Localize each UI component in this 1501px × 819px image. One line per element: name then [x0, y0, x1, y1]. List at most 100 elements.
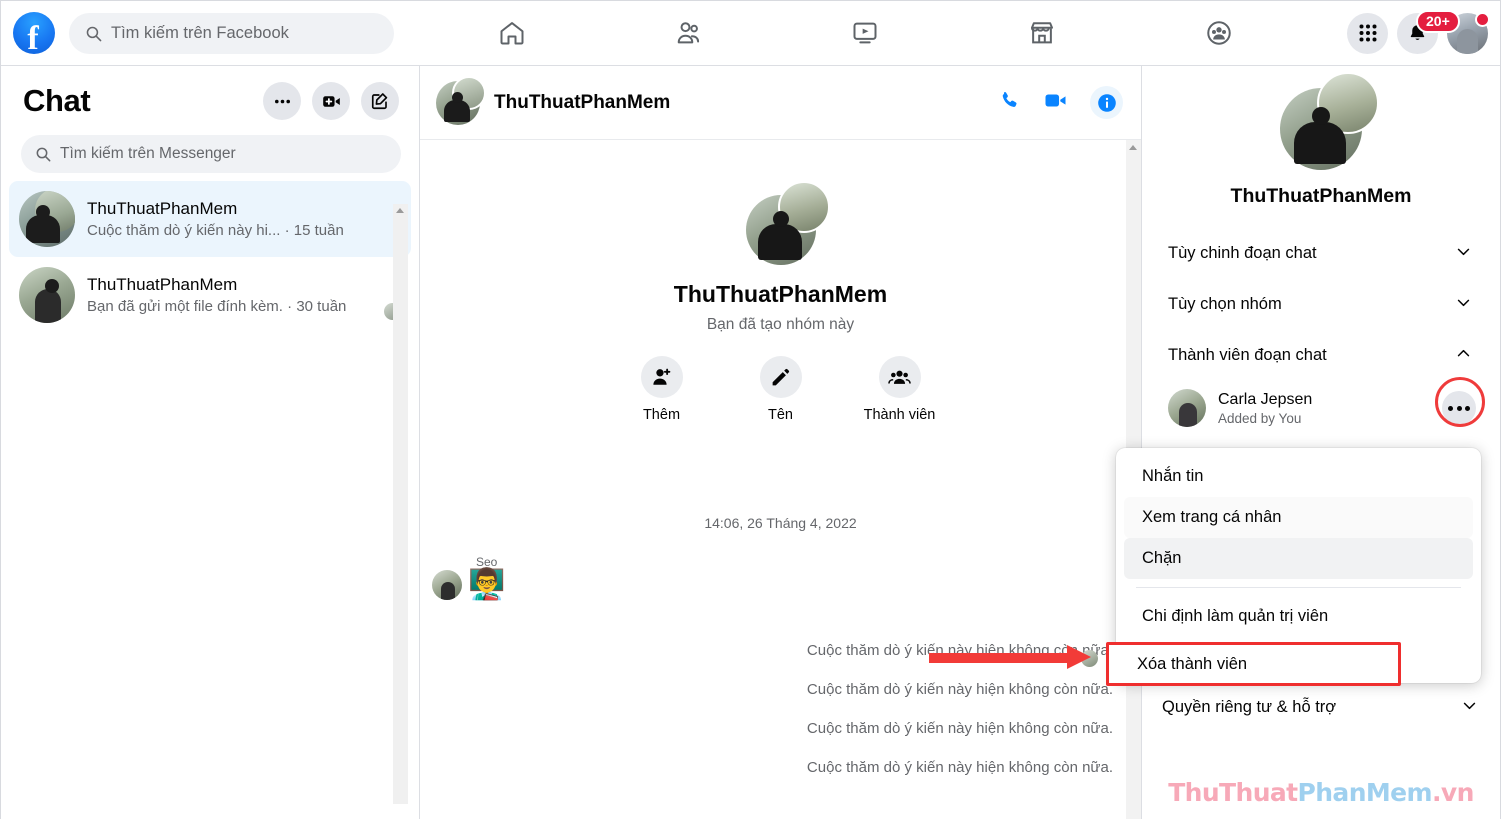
voice-call-button[interactable] — [998, 89, 1021, 117]
info-icon — [1097, 93, 1116, 112]
member-context-menu: Nhắn tin Xem trang cá nhân Chặn Chi định… — [1106, 448, 1481, 686]
members-icon-wrap — [878, 356, 921, 398]
conversation-preview-text: Cuộc thăm dò ý kiến này hi... — [87, 222, 281, 239]
notifications-button[interactable]: 20+ — [1397, 9, 1460, 54]
new-video-room-button[interactable] — [312, 82, 350, 120]
watermark-part-1: ThuThuat — [1168, 778, 1298, 807]
thread-header: ThuThuatPhanMem — [420, 66, 1141, 140]
conversation-info-button[interactable] — [1090, 86, 1123, 119]
conversation-preview: Bạn đã gửi một file đính kèm. · 30 tuần — [87, 298, 372, 315]
section-label: Thành viên đoạn chat — [1168, 346, 1327, 364]
chat-sidebar-header: Chat — [1, 66, 419, 120]
conversation-list: ThuThuatPhanMem Cuộc thăm dò ý kiến này … — [1, 181, 419, 333]
section-customize-chat[interactable]: Tùy chinh đoạn chat — [1148, 228, 1494, 279]
message-sticker[interactable]: Seo 👨‍🏫 — [468, 555, 505, 600]
search-icon — [86, 26, 102, 41]
chat-sidebar: Chat Tìm kiếm trên Messenger ThuThuatPha… — [1, 66, 420, 819]
menu-separator — [1136, 587, 1461, 588]
section-group-options[interactable]: Tùy chọn nhóm — [1148, 279, 1494, 330]
poll-message: Cuộc thăm dò ý kiến này hiện không còn n… — [806, 759, 1113, 776]
nav-home[interactable] — [481, 9, 543, 57]
member-avatar — [1168, 389, 1206, 427]
group-action-label: Thêm — [642, 407, 681, 423]
member-list-item[interactable]: Carla Jepsen Added by You — [1148, 377, 1494, 433]
member-subtitle: Added by You — [1218, 410, 1302, 426]
details-group-avatar[interactable] — [1280, 72, 1379, 170]
grid-apps-icon — [1359, 24, 1376, 42]
group-intro-subtitle: Bạn đã tạo nhóm này — [706, 316, 855, 333]
conversation-preview: Cuộc thăm dò ý kiến này hi... · 15 tuần — [87, 222, 401, 239]
facebook-search-placeholder: Tìm kiếm trên Facebook — [111, 23, 289, 42]
group-intro: ThuThuatPhanMem Bạn đã tạo nhóm này Thêm… — [420, 140, 1141, 423]
sidebar-scrollbar[interactable] — [393, 204, 408, 804]
poll-message: Cuộc thăm dò ý kiến này hiện không còn n… — [806, 720, 1113, 737]
nav-watch[interactable] — [834, 9, 896, 57]
members-icon — [888, 370, 911, 384]
member-name: Carla Jepsen — [1218, 390, 1313, 408]
group-intro-name: ThuThuatPhanMem — [673, 281, 888, 307]
add-person-icon-wrap — [640, 356, 683, 398]
storefront-icon — [1031, 22, 1054, 44]
conversation-avatar — [19, 267, 75, 323]
nav-friends[interactable] — [658, 9, 720, 57]
watermark-part-2: PhanMem — [1297, 778, 1433, 807]
watermark-part-3: .vn — [1432, 778, 1474, 807]
message-sender-avatar — [432, 570, 462, 600]
chevron-down-icon — [1461, 697, 1478, 719]
facebook-logo-icon[interactable]: f — [13, 12, 55, 56]
chevron-up-icon — [1455, 345, 1472, 367]
menu-item-block[interactable]: Chặn — [1124, 538, 1473, 579]
group-members-action[interactable]: Thành viên — [863, 356, 937, 423]
conversation-avatar — [19, 191, 75, 247]
conversation-item-2[interactable]: ThuThuatPhanMem Bạn đã gửi một file đính… — [9, 257, 411, 333]
details-group-name: ThuThuatPhanMem — [1230, 185, 1412, 207]
top-right-actions: 20+ — [1347, 9, 1490, 54]
messenger-window: f Tìm kiếm trên Facebook 20+ Chat Tìm ki… — [0, 0, 1501, 819]
poll-message: Cuộc thăm dò ý kiến này hiện không còn n… — [806, 681, 1113, 698]
video-camera-icon — [1045, 93, 1066, 107]
section-privacy-support[interactable]: Quyền riêng tư & hỗ trợ — [1142, 682, 1500, 733]
thread-header-actions — [998, 86, 1123, 119]
facebook-search-input[interactable]: Tìm kiếm trên Facebook — [69, 12, 394, 54]
ellipsis-icon — [1448, 405, 1470, 411]
message-sender-label: Seo — [476, 555, 498, 569]
profile-status-dot — [1475, 11, 1490, 27]
menu-item-remove-member[interactable]: Xóa thành viên — [1106, 642, 1401, 686]
video-plus-icon — [322, 95, 340, 107]
details-header: ThuThuatPhanMem — [1142, 66, 1500, 208]
search-icon — [36, 147, 51, 162]
messenger-search-input[interactable]: Tìm kiếm trên Messenger — [21, 135, 401, 173]
new-message-button[interactable] — [361, 82, 399, 120]
chat-more-options-button[interactable] — [263, 82, 301, 120]
chevron-down-icon — [1455, 243, 1472, 265]
video-call-button[interactable] — [1043, 88, 1068, 118]
conversation-name: ThuThuatPhanMem — [87, 275, 238, 294]
annotation-arrow — [929, 645, 1104, 669]
thread-avatar[interactable] — [436, 75, 486, 125]
thread-title: ThuThuatPhanMem — [494, 91, 671, 113]
section-chat-members[interactable]: Thành viên đoạn chat — [1148, 330, 1494, 381]
conversation-preview-text: Bạn đã gửi một file đính kèm. — [87, 298, 283, 315]
message-row: Seo 👨‍🏫 — [420, 555, 1141, 600]
conversation-separator: · — [287, 298, 293, 315]
chat-sidebar-title: Chat — [23, 83, 91, 118]
apps-menu-button[interactable] — [1347, 12, 1388, 54]
nav-groups[interactable] — [1188, 9, 1250, 57]
notification-badge: 20+ — [1416, 9, 1460, 34]
member-options-button[interactable] — [1442, 391, 1476, 425]
facebook-top-navbar: f Tìm kiếm trên Facebook 20+ — [1, 1, 1500, 66]
groups-icon — [1206, 21, 1231, 45]
menu-item-message[interactable]: Nhắn tin — [1124, 456, 1473, 497]
conversation-item-1[interactable]: ThuThuatPhanMem Cuộc thăm dò ý kiến này … — [9, 181, 411, 257]
compose-icon — [371, 93, 388, 110]
group-action-label: Thành viên — [863, 407, 936, 423]
group-add-member-action[interactable]: Thêm — [625, 356, 699, 423]
top-nav-tabs — [394, 1, 1347, 65]
group-rename-action[interactable]: Tên — [744, 356, 818, 423]
add-person-icon — [652, 368, 670, 385]
nav-marketplace[interactable] — [1011, 9, 1073, 57]
menu-item-view-profile[interactable]: Xem trang cá nhân — [1124, 497, 1473, 538]
menu-item-make-admin[interactable]: Chi định làm quản trị viên — [1124, 596, 1473, 637]
section-label: Tùy chọn nhóm — [1168, 295, 1282, 313]
conversation-time: 30 tuần — [296, 298, 347, 315]
